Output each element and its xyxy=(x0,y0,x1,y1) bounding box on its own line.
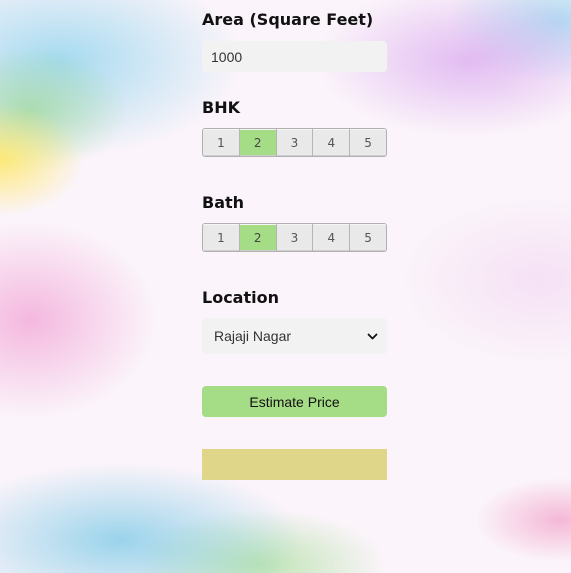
bhk-option-4[interactable]: 4 xyxy=(313,129,351,156)
bhk-option-1[interactable]: 1 xyxy=(203,129,240,156)
bath-option-5[interactable]: 5 xyxy=(350,224,386,251)
estimated-price-result xyxy=(202,449,387,480)
bath-label: Bath xyxy=(202,193,245,212)
bhk-option-2[interactable]: 2 xyxy=(239,129,277,156)
area-input[interactable] xyxy=(202,41,387,72)
bhk-option-5[interactable]: 5 xyxy=(350,129,386,156)
bath-option-3[interactable]: 3 xyxy=(276,224,314,251)
bath-option-4[interactable]: 4 xyxy=(313,224,351,251)
bath-selector: 1 2 3 4 5 xyxy=(202,223,387,252)
area-label: Area (Square Feet) xyxy=(202,10,374,29)
location-selected-value: Rajaji Nagar xyxy=(214,328,292,344)
estimate-price-button[interactable]: Estimate Price xyxy=(202,386,387,417)
bath-option-2[interactable]: 2 xyxy=(239,224,277,251)
bhk-label: BHK xyxy=(202,98,240,117)
location-select[interactable]: Rajaji Nagar xyxy=(202,318,387,354)
chevron-down-icon xyxy=(367,331,378,342)
bath-option-1[interactable]: 1 xyxy=(203,224,240,251)
bhk-selector: 1 2 3 4 5 xyxy=(202,128,387,157)
location-label: Location xyxy=(202,288,279,307)
bhk-option-3[interactable]: 3 xyxy=(276,129,314,156)
